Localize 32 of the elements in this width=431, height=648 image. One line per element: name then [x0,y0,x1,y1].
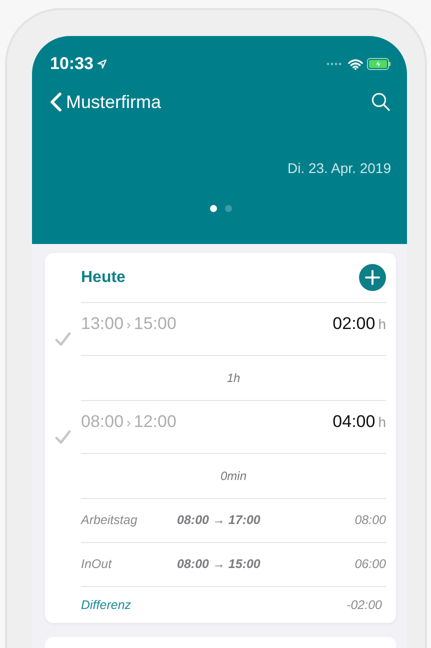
page-dot[interactable] [224,205,232,212]
unit-label: h [378,414,386,430]
battery-charging-icon [367,58,391,70]
card-title: Heute [81,268,126,288]
unit-label: h [378,316,386,332]
wifi-icon [348,58,363,70]
total-value: 06:00 [354,556,386,574]
break-duration: 0min [220,468,246,485]
back-button[interactable]: Musterfirma [50,88,162,116]
summary-label: InOut [81,556,113,574]
plus-icon [365,270,380,285]
duration-value: 02:00 [332,314,376,333]
duration-value: 04:00 [332,412,376,431]
search-icon[interactable] [371,92,391,112]
chevron-left-icon [50,92,62,112]
time-range: 08:00 → 15:00 [177,556,260,574]
break-duration: 1h [226,370,240,387]
page-dot[interactable] [210,205,216,212]
summary-label: Arbeitstag [81,512,138,530]
add-button[interactable] [359,264,386,291]
location-arrow-icon [97,59,108,69]
status-time: 10:33 [50,53,94,76]
total-value: -02:00 [346,596,382,614]
summary-label: Differenz [81,596,132,614]
checkmark-icon[interactable] [55,430,71,444]
date-label: Di. 23. Apr. 2019 [286,159,391,178]
total-value: 08:00 [354,512,386,530]
time-range: 08:00 → 17:00 [177,512,260,530]
time-range[interactable]: 13:00 › 15:00 [81,311,176,355]
signal-dots-icon [326,62,344,66]
checkmark-icon[interactable] [55,332,71,346]
time-range[interactable]: 08:00 › 12:00 [81,409,176,453]
